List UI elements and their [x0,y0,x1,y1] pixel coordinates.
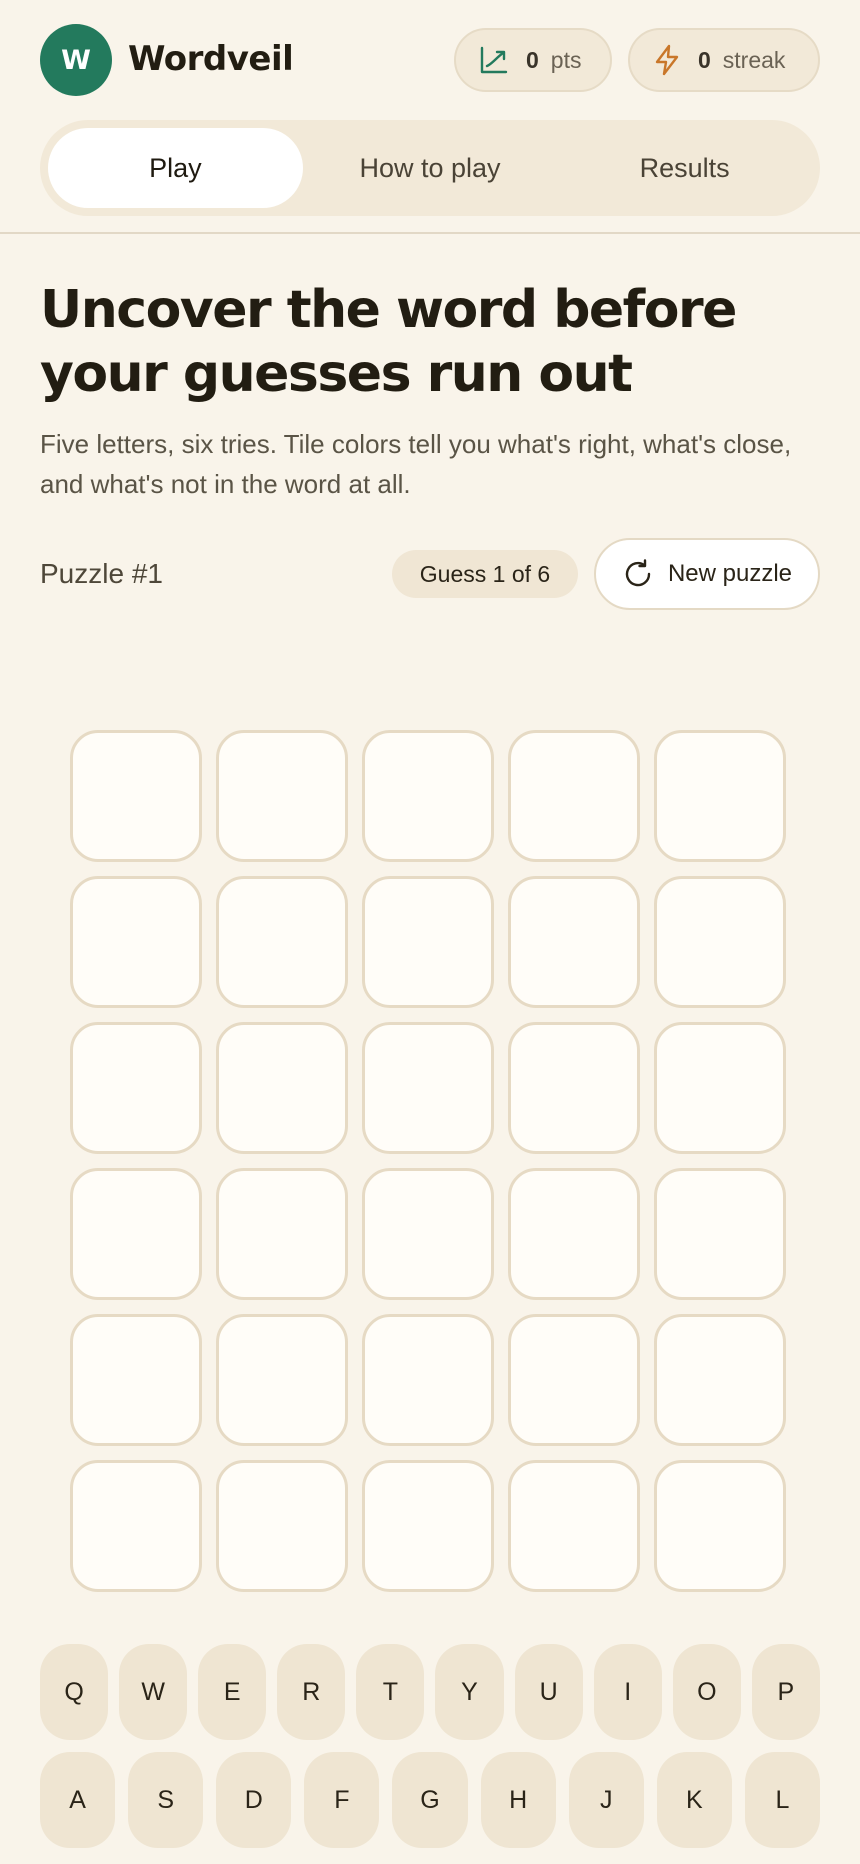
board-tile [216,1168,348,1300]
board-tile [654,1022,786,1154]
board-tile [216,876,348,1008]
guess-status-badge: Guess 1 of 6 [392,550,578,598]
puzzle-label: Puzzle #1 [40,558,163,589]
streak-label: streak [722,46,786,73]
board-tile [508,1022,640,1154]
key-l[interactable]: L [744,1752,820,1848]
keyboard-row-2: ASDFGHJKL [40,1752,820,1848]
key-g[interactable]: G [392,1752,468,1848]
board-tile [70,876,202,1008]
board-tile [70,1460,202,1592]
key-o[interactable]: O [672,1644,741,1740]
refresh-icon [625,559,651,587]
key-s[interactable]: S [128,1752,204,1848]
board-tile [654,1460,786,1592]
key-q[interactable]: Q [40,1644,109,1740]
tab-how-to-play[interactable]: How to play [303,128,558,208]
tab-results[interactable]: Results [557,128,812,208]
key-i[interactable]: I [593,1644,662,1740]
board-tile [654,1314,786,1446]
points-stat: 0 pts [454,28,612,92]
board-tile [362,1168,494,1300]
key-t[interactable]: T [356,1644,425,1740]
board-tile [362,1314,494,1446]
key-d[interactable]: D [216,1752,292,1848]
board-tile [508,1314,640,1446]
key-y[interactable]: Y [435,1644,504,1740]
game-board [70,730,790,1592]
keyboard-row-1: QWERTYUIOP [40,1644,820,1740]
board-tile [70,1314,202,1446]
key-p[interactable]: P [751,1644,820,1740]
app-logo: W [40,24,112,96]
board-tile [216,730,348,862]
key-w[interactable]: W [119,1644,188,1740]
board-tile [654,1168,786,1300]
board-tile [216,1022,348,1154]
tab-bar: Play How to play Results [40,120,820,216]
logo-letter: W [61,44,91,76]
page-title: Uncover the word before your guesses run… [40,280,737,404]
board-tile [654,876,786,1008]
key-e[interactable]: E [198,1644,267,1740]
header-divider [0,232,860,234]
key-r[interactable]: R [277,1644,346,1740]
board-tile [508,1460,640,1592]
key-u[interactable]: U [514,1644,583,1740]
board-tile [216,1314,348,1446]
board-tile [70,730,202,862]
board-tile [362,730,494,862]
key-f[interactable]: F [304,1752,380,1848]
board-tile [654,730,786,862]
new-puzzle-button[interactable]: New puzzle [594,538,820,610]
page-subtitle: Five letters, six tries. Tile colors tel… [40,429,792,499]
board-tile [362,1022,494,1154]
new-puzzle-label: New puzzle [667,560,793,587]
tab-play[interactable]: Play [48,128,303,208]
board-tile [70,1022,202,1154]
board-tile [362,1460,494,1592]
trend-up-icon [480,46,508,74]
points-value: 0 [526,46,539,73]
lightning-icon [655,44,679,76]
board-tile [216,1460,348,1592]
board-tile [362,876,494,1008]
board-tile [508,876,640,1008]
streak-stat: 0 streak [628,28,820,92]
board-tile [508,730,640,862]
key-j[interactable]: J [568,1752,644,1848]
key-h[interactable]: H [480,1752,556,1848]
app-header: W Wordveil 0 pts 0 streak [0,0,860,120]
key-a[interactable]: A [40,1752,116,1848]
board-tile [508,1168,640,1300]
brand-name: Wordveil [128,39,294,79]
streak-value: 0 [698,46,711,73]
key-k[interactable]: K [656,1752,732,1848]
board-tile [70,1168,202,1300]
points-label: pts [550,46,582,73]
